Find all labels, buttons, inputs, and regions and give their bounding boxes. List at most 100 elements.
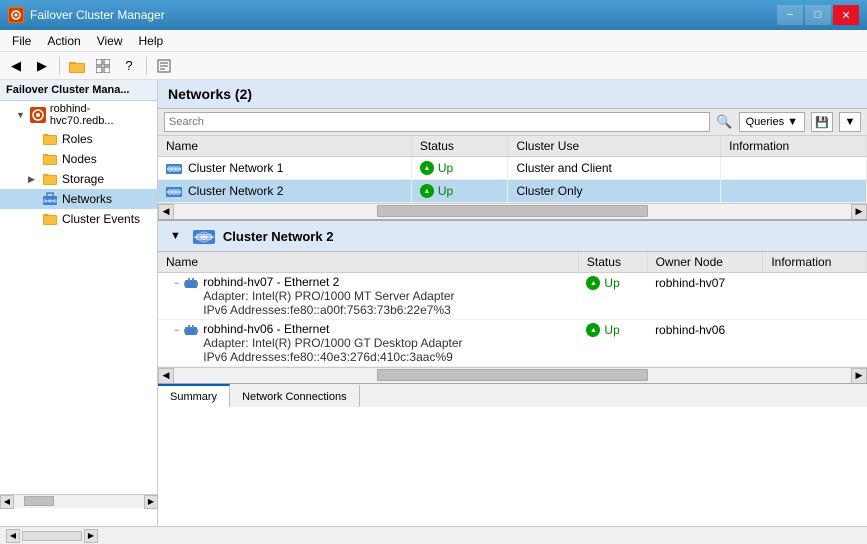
sidebar-scroll-right[interactable]: ▶ <box>144 495 158 509</box>
adapter1-owner: robhind-hv07 <box>647 273 763 320</box>
top-hscroll[interactable]: ◀ ▶ <box>158 203 867 219</box>
table-row[interactable]: − robhind-hv06 - E <box>158 320 867 367</box>
menu-action[interactable]: Action <box>39 30 88 51</box>
net2-icon <box>166 183 182 199</box>
net1-cluster-use: Cluster and Client <box>508 157 721 180</box>
adapter2-details: robhind-hv06 - Ethernet Adapter: Intel(R… <box>203 322 462 364</box>
sidebar-item-cluster-events[interactable]: Cluster Events <box>0 209 157 229</box>
content-area: Networks (2) 🔍 Queries ▼ 💾 ▼ Name Status… <box>158 80 867 526</box>
sidebar-item-cluster[interactable]: ▼ robhind-hvc70.redb... <box>0 101 157 129</box>
close-button[interactable]: ✕ <box>833 5 859 25</box>
collapse-button[interactable]: ▼ <box>166 230 185 242</box>
toolbar: ◀ ▶ ? <box>0 52 867 80</box>
storage-icon <box>42 171 58 187</box>
network-detail-icon <box>193 225 215 247</box>
expand-arrow: ▼ <box>16 110 26 120</box>
toolbar-sep-2 <box>146 57 147 75</box>
status-scroll-right[interactable]: ▶ <box>84 529 98 543</box>
adapter2-adapter-info: Adapter: Intel(R) PRO/1000 GT Desktop Ad… <box>203 336 462 350</box>
sidebar-scroll-left[interactable]: ◀ <box>0 495 14 509</box>
net2-cluster-use: Cluster Only <box>508 180 721 203</box>
folder-button[interactable] <box>65 55 89 77</box>
bottom-hscroll-right[interactable]: ▶ <box>851 368 867 384</box>
search-icon: 🔍 <box>716 114 732 130</box>
adapter2-ipv6: IPv6 Addresses:fe80::40e3:276d:410c:3aac… <box>203 350 462 364</box>
cluster-label: robhind-hvc70.redb... <box>50 103 153 127</box>
sidebar-item-storage[interactable]: ▶ Storage <box>0 169 157 189</box>
save-query-button[interactable]: 💾 <box>811 112 833 132</box>
search-bar: 🔍 Queries ▼ 💾 ▼ <box>158 109 867 136</box>
table-row[interactable]: Cluster Network 1 Up Cluster and Client <box>158 157 867 180</box>
col-cluster-use: Cluster Use <box>508 136 721 157</box>
minimize-button[interactable]: − <box>777 5 803 25</box>
networks-table-container: Name Status Cluster Use Information <box>158 136 867 203</box>
sidebar-item-nodes[interactable]: Nodes <box>0 149 157 169</box>
net2-name: Cluster Network 2 <box>158 180 411 203</box>
adapter-col-info: Information <box>763 252 867 273</box>
status-scroll-track <box>22 531 82 541</box>
table-row[interactable]: Cluster Network 2 Up Cluster Only <box>158 180 867 203</box>
dropdown-button[interactable]: ▼ <box>839 112 861 132</box>
adapters-header: Name Status Owner Node Information <box>158 252 867 273</box>
networks-icon <box>42 191 58 207</box>
storage-label: Storage <box>62 172 104 186</box>
networks-table: Name Status Cluster Use Information <box>158 136 867 203</box>
tab-summary[interactable]: Summary <box>158 384 230 407</box>
net1-info <box>721 157 867 180</box>
adapters-table: Name Status Owner Node Information − <box>158 252 867 367</box>
sidebar-item-networks[interactable]: Networks <box>0 189 157 209</box>
adapter2-status: Up <box>578 320 647 367</box>
adapter-col-status: Status <box>578 252 647 273</box>
grid-button[interactable] <box>91 55 115 77</box>
adapter1-adapter-info: Adapter: Intel(R) PRO/1000 MT Server Ada… <box>203 289 454 303</box>
net2-status: Up <box>411 180 508 203</box>
adapter1-ipv6: IPv6 Addresses:fe80::a00f:7563:73b6:22e7… <box>203 303 454 317</box>
net1-name: Cluster Network 1 <box>158 157 411 180</box>
nodes-icon <box>42 151 58 167</box>
toolbar-sep-1 <box>59 57 60 75</box>
queries-button[interactable]: Queries ▼ <box>739 112 805 132</box>
app-title: Failover Cluster Manager <box>30 8 165 22</box>
table-row[interactable]: − robhind-hv07 - E <box>158 273 867 320</box>
status-scroll-left[interactable]: ◀ <box>6 529 20 543</box>
bottom-tabs: Summary Network Connections <box>158 383 867 407</box>
bottom-network-name: Cluster Network 2 <box>223 229 334 244</box>
net2-info <box>721 180 867 203</box>
col-information: Information <box>721 136 867 157</box>
hscroll-right[interactable]: ▶ <box>851 204 867 220</box>
tab-network-connections[interactable]: Network Connections <box>230 384 360 407</box>
adapter1-hostname: robhind-hv07 - Ethernet 2 <box>203 275 454 289</box>
title-bar: Failover Cluster Manager − □ ✕ <box>0 0 867 30</box>
storage-arrow: ▶ <box>28 174 38 185</box>
sidebar-hscroll[interactable]: ◀ ▶ <box>0 494 158 508</box>
search-input[interactable] <box>164 112 710 132</box>
menu-help[interactable]: Help <box>131 30 172 51</box>
help-button[interactable]: ? <box>117 55 141 77</box>
adapter2-owner: robhind-hv06 <box>647 320 763 367</box>
adapter1-icon <box>183 276 199 292</box>
adapter2-name: − robhind-hv06 - E <box>158 320 578 367</box>
net1-status: Up <box>411 157 508 180</box>
bottom-hscroll-left[interactable]: ◀ <box>158 368 174 384</box>
menu-view[interactable]: View <box>89 30 131 51</box>
forward-button[interactable]: ▶ <box>30 55 54 77</box>
properties-button[interactable] <box>152 55 176 77</box>
bottom-hscroll-track <box>174 368 851 383</box>
adapter-col-owner: Owner Node <box>647 252 763 273</box>
roles-icon <box>42 131 58 147</box>
adapter1-info <box>763 273 867 320</box>
app-icon <box>8 7 24 23</box>
bottom-hscroll[interactable]: ◀ ▶ <box>158 367 867 383</box>
nodes-label: Nodes <box>62 152 97 166</box>
menu-file[interactable]: File <box>4 30 39 51</box>
adapters-container: Name Status Owner Node Information − <box>158 252 867 367</box>
back-button[interactable]: ◀ <box>4 55 28 77</box>
sidebar-item-roles[interactable]: Roles <box>0 129 157 149</box>
col-name: Name <box>158 136 411 157</box>
adapter1-status: Up <box>578 273 647 320</box>
hscroll-left[interactable]: ◀ <box>158 204 174 220</box>
roles-label: Roles <box>62 132 93 146</box>
col-status: Status <box>411 136 508 157</box>
maximize-button[interactable]: □ <box>805 5 831 25</box>
adapter2-hostname: robhind-hv06 - Ethernet <box>203 322 462 336</box>
